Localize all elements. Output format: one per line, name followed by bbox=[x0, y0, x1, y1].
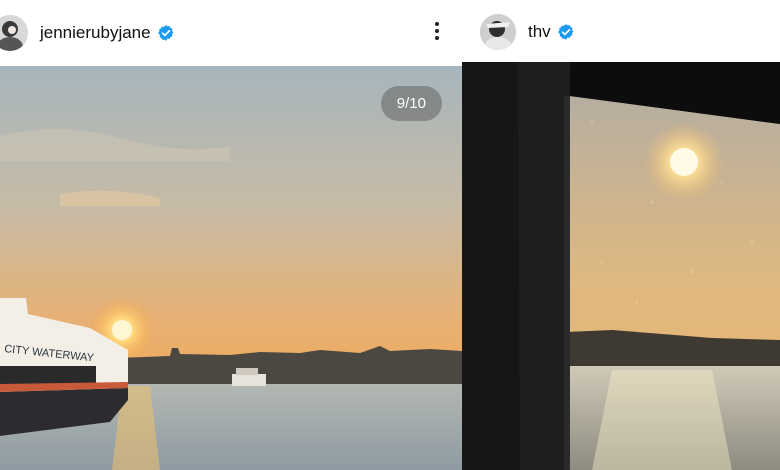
verified-check-icon bbox=[157, 25, 173, 41]
post-header: thv bbox=[462, 0, 780, 64]
post-header: jennierubyjane bbox=[0, 0, 462, 66]
post-image[interactable] bbox=[462, 62, 780, 470]
verified-check-icon bbox=[557, 24, 574, 40]
username[interactable]: jennierubyjane bbox=[40, 23, 151, 43]
post-thv: thv bbox=[462, 0, 780, 470]
username[interactable]: thv bbox=[528, 22, 551, 42]
post-image[interactable]: CITY WATERWAY 9/10 bbox=[0, 66, 462, 470]
sunset-harbor-photo: CITY WATERWAY bbox=[0, 66, 462, 470]
more-options-vertical-icon[interactable] bbox=[432, 19, 442, 45]
avatar[interactable] bbox=[0, 15, 28, 51]
window-sunset-photo bbox=[462, 62, 780, 470]
carousel-counter: 9/10 bbox=[380, 86, 442, 121]
avatar[interactable] bbox=[480, 14, 516, 50]
post-jennierubyjane: jennierubyjane CITY WATERWAY 9/10 bbox=[0, 0, 462, 470]
